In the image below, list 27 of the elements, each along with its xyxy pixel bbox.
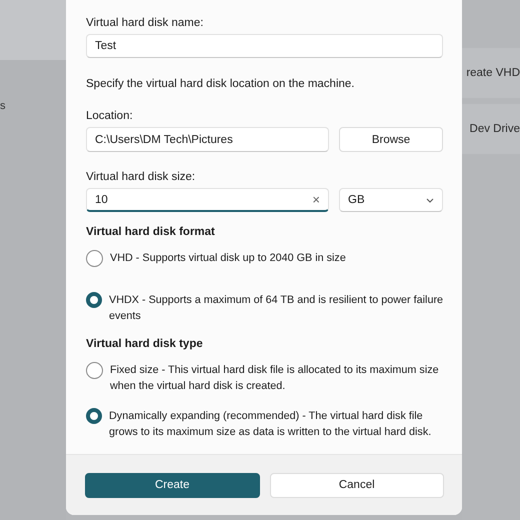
field-label: Virtual hard disk size: [86,171,196,183]
background-list-item: Dev Drive [462,104,520,154]
cancel-button[interactable]: Cancel [270,472,444,498]
section-title: Virtual hard disk format [86,226,216,238]
name-field[interactable]: Test [86,34,443,58]
location-field[interactable]: C:\Users\DM Tech\Pictures [86,127,329,152]
option-label: VHD - Supports virtual disk up to 2040 GB in size [110,251,346,266]
background-text: s [0,100,6,112]
size-value: 10 [95,194,108,206]
size-field[interactable]: 10 × [86,188,329,212]
option-label: Fixed size - This virtual hard disk file is allocated to its maximum size when the virtual hard disk is created. [110,363,440,394]
field-label: Location: [86,110,134,122]
radio-button[interactable] [86,250,103,267]
clear-button[interactable]: × [312,192,320,207]
option-label: Dynamically expanding (recommended) - The virtual hard disk file grows to its maximum size as data is written to the virtual hard disk. [109,409,432,440]
option-label: VHDX - Supports a maximum of 64 TB and is resilient to power failure events [109,293,444,324]
field-label: Virtual hard disk name: [86,17,204,29]
radio-button[interactable] [86,408,102,424]
section-title: Virtual hard disk type [86,338,204,350]
location-hint: Specify the virtual hard disk location on the machine. [86,78,356,90]
radio-button[interactable] [86,292,102,308]
chevron-icon [426,198,434,202]
unit-dropdown[interactable]: GB [339,188,443,212]
background-list-item: reate VHD [462,48,520,98]
radio-button[interactable] [86,362,103,379]
browse-button[interactable]: Browse [339,127,443,152]
create-button[interactable]: Create [85,472,260,498]
